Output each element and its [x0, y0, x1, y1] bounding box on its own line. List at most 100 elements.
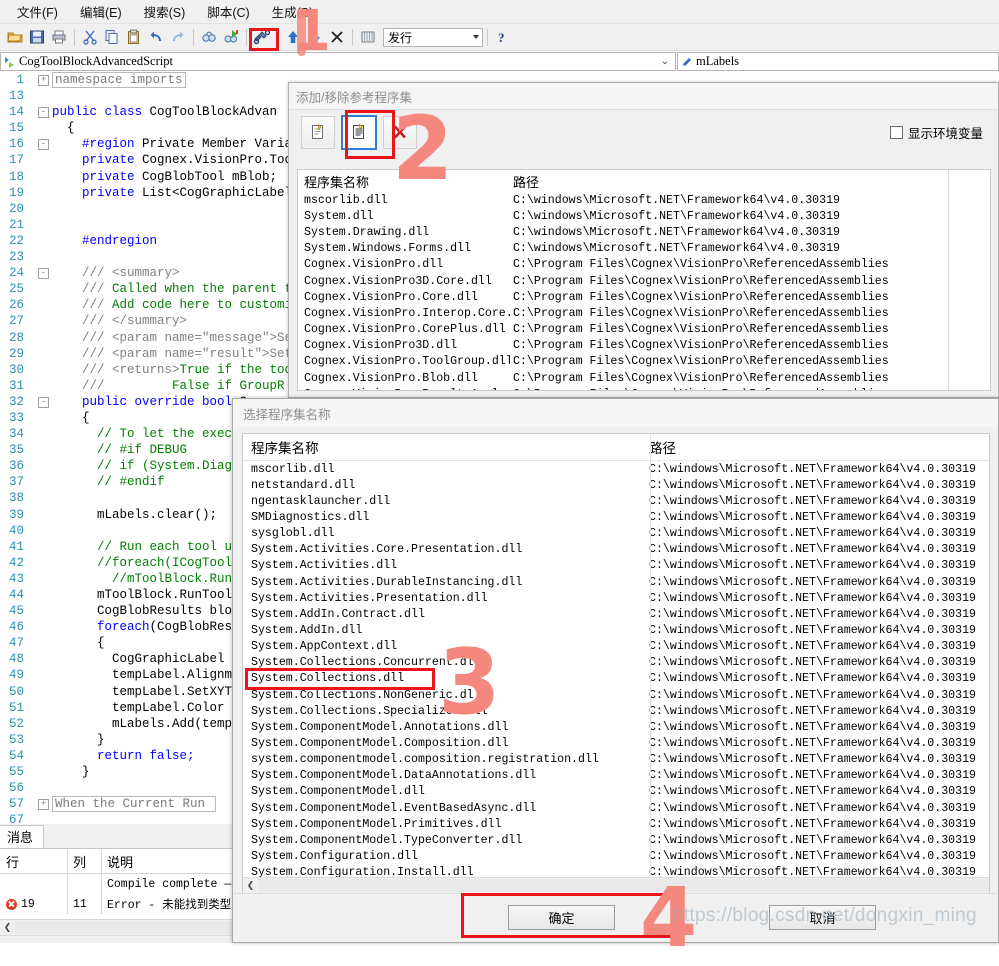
table-row[interactable]: Cognex.VisionPro.Interop.Core... C:\Progr… [298, 305, 990, 321]
code-text: #endregion [52, 233, 158, 248]
table-row[interactable]: Cognex.VisionPro.CorePlus.dll C:\Program … [298, 322, 990, 338]
scroll-left-icon[interactable]: ❮ [0, 920, 15, 935]
cell-assembly-name: sysglobl.dll [251, 527, 335, 541]
tab-messages[interactable]: 消息 [0, 825, 45, 848]
table-row[interactable]: System.ComponentModel.Primitives.dll C:\w… [243, 816, 989, 832]
table-row[interactable]: System.Activities.dll C:\windows\Microsof… [243, 558, 989, 574]
table-row[interactable]: Cognex.VisionPro3D.dll C:\Program Files\C… [298, 338, 990, 354]
move-up-icon[interactable] [283, 27, 303, 47]
table-row[interactable]: System.AppContext.dll C:\windows\Microsof… [243, 639, 989, 655]
table-row[interactable]: System.dll C:\windows\Microsoft.NET\Frame… [298, 208, 990, 224]
menu-build[interactable]: 生成(B) [261, 0, 325, 24]
cancel-button[interactable]: 取消 [769, 905, 876, 930]
redo-icon[interactable] [168, 27, 188, 47]
table-row[interactable]: mscorlib.dll C:\windows\Microsoft.NET\Fra… [298, 192, 990, 208]
table-row[interactable]: System.Drawing.dll C:\windows\Microsoft.N… [298, 224, 990, 240]
table-row[interactable]: System.ComponentModel.TypeConverter.dll C… [243, 832, 989, 848]
save-icon[interactable] [27, 27, 47, 47]
table-row[interactable]: System.Activities.DurableInstancing.dll C… [243, 574, 989, 590]
table-row[interactable]: Compile complete — 1 [0, 874, 232, 894]
table-row[interactable]: SMDiagnostics.dll C:\windows\Microsoft.NE… [243, 509, 989, 525]
table-row[interactable]: System.ComponentModel.Composition.dll C:\… [243, 735, 989, 751]
cell-assembly-name: mscorlib.dll [251, 462, 335, 476]
cell-path: C:\windows\Microsoft.NET\Framework64\v4.… [513, 193, 840, 207]
cell-path: C:\Program Files\Cognex\VisionPro\Refere… [513, 290, 889, 304]
table-row[interactable]: 19 11 Error - 未能找到类型或 [0, 894, 232, 914]
dialog1-title: 添加/移除参考程序集 [289, 83, 998, 109]
paste-icon[interactable] [124, 27, 144, 47]
table-row[interactable]: Cognex.VisionPro.ResultsAnaly...C:\Progr… [298, 386, 990, 390]
table-row[interactable]: System.Configuration.dll C:\windows\Micro… [243, 848, 989, 864]
table-row[interactable]: System.AddIn.Contract.dll C:\windows\Micr… [243, 606, 989, 622]
table-row[interactable]: Cognex.VisionPro.Core.dll C:\Program File… [298, 289, 990, 305]
copy-icon[interactable] [102, 27, 122, 47]
table-row[interactable]: sysglobl.dll C:\windows\Microsoft.NET\Fra… [243, 526, 989, 542]
publish-mode-combo[interactable]: 发行 [383, 27, 483, 47]
ok-button[interactable]: 确定 [508, 905, 615, 930]
messages-grid[interactable]: 行 列 说明 Compile complete — 1 19 11 Error … [0, 849, 232, 919]
expand-icon[interactable]: + [37, 74, 50, 87]
scroll-left-icon[interactable]: ❮ [243, 878, 258, 893]
collapse-icon[interactable]: - [37, 138, 50, 151]
add-file-button[interactable] [301, 115, 335, 149]
table-row[interactable]: System.AddIn.dll C:\windows\Microsoft.NET… [243, 622, 989, 638]
table-row[interactable]: Cognex.VisionPro.Blob.dll C:\Program File… [298, 370, 990, 386]
undo-icon[interactable] [146, 27, 166, 47]
table-row[interactable]: System.Collections.Specialized.dll C:\win… [243, 703, 989, 719]
table-row[interactable]: System.Activities.Presentation.dll C:\win… [243, 590, 989, 606]
open-folder-icon[interactable] [5, 27, 25, 47]
book-icon[interactable] [358, 27, 378, 47]
cell-path: C:\windows\Microsoft.NET\Framework64\v4.… [649, 478, 976, 492]
table-row[interactable]: Cognex.VisionPro3D.Core.dll C:\Program Fi… [298, 273, 990, 289]
table-row[interactable]: System.ComponentModel.dll C:\windows\Micr… [243, 784, 989, 800]
line-number: 14 [8, 105, 24, 120]
field-icon [682, 58, 691, 66]
messages-hscrollbar[interactable]: ❮ [0, 919, 232, 935]
table-row[interactable]: Cognex.VisionPro.dll C:\Program Files\Cog… [298, 257, 990, 273]
move-down-icon[interactable] [305, 27, 325, 47]
delete-icon[interactable] [327, 27, 347, 47]
table-row[interactable]: System.ComponentModel.DataAnnotations.dl… [243, 768, 989, 784]
scroll-track[interactable] [258, 879, 989, 892]
collapse-icon[interactable]: - [37, 267, 50, 280]
show-env-variables-checkbox[interactable]: 显示环境变量 [889, 123, 983, 142]
table-row[interactable]: ngentasklauncher.dll C:\windows\Microsoft… [243, 493, 989, 509]
dialog1-assembly-list[interactable]: 程序集名称 路径 mscorlib.dll C:\windows\Microsof… [297, 169, 991, 391]
collapse-icon[interactable]: - [37, 106, 50, 119]
table-row[interactable]: netstandard.dll C:\windows\Microsoft.NET\… [243, 477, 989, 493]
table-row[interactable]: System.Activities.Core.Presentation.dll C… [243, 542, 989, 558]
table-row[interactable]: mscorlib.dll C:\windows\Microsoft.NET\Fra… [243, 461, 989, 477]
help-icon[interactable]: ? [493, 27, 513, 47]
member-combo[interactable]: mLabels [677, 52, 999, 71]
scroll-track[interactable] [15, 921, 232, 934]
menu-edit[interactable]: 编辑(E) [69, 0, 133, 24]
cut-icon[interactable] [80, 27, 100, 47]
table-row[interactable]: Cognex.VisionPro.ToolGroup.dll C:\Program… [298, 354, 990, 370]
add-assembly-button[interactable] [341, 114, 377, 150]
remove-assembly-button[interactable] [383, 115, 417, 149]
menu-file[interactable]: 文件(F) [6, 0, 69, 24]
cell-path: C:\Program Files\Cognex\VisionPro\Refere… [513, 339, 889, 353]
table-row[interactable]: System.Windows.Forms.dll C:\windows\Micro… [298, 241, 990, 257]
menu-script[interactable]: 脚本(C) [196, 0, 260, 24]
cell-assembly-name: ngentasklauncher.dll [251, 494, 391, 508]
dialog2-assembly-list[interactable]: 程序集名称 路径 mscorlib.dll C:\windows\Microsof… [242, 433, 990, 894]
status-bar [0, 935, 232, 943]
table-row-selected[interactable]: System.Collections.dll C:\windows\Microso… [243, 671, 989, 687]
expand-icon[interactable]: + [37, 798, 50, 811]
table-row[interactable]: System.ComponentModel.Annotations.dll C:\… [243, 719, 989, 735]
table-row[interactable]: System.Collections.NonGeneric.dll C:\wind… [243, 687, 989, 703]
dialog2-hscrollbar[interactable]: ❮ [243, 877, 989, 893]
menu-search[interactable]: 搜索(S) [133, 0, 197, 24]
code-text: private CogBlobTool mBlob; [52, 169, 278, 184]
print-icon[interactable] [49, 27, 69, 47]
table-row[interactable]: System.Collections.Concurrent.dll C:\wind… [243, 655, 989, 671]
checkbox-box[interactable] [889, 125, 903, 139]
table-row[interactable]: system.componentmodel.composition.regist… [243, 752, 989, 768]
table-row[interactable]: System.ComponentModel.EventBasedAsync.dl… [243, 800, 989, 816]
class-combo[interactable]: CogToolBlockAdvancedScript ⌄ [0, 52, 676, 71]
find-icon[interactable] [199, 27, 219, 47]
collapse-icon[interactable]: - [37, 396, 50, 408]
replace-icon[interactable] [221, 27, 241, 47]
build-icon[interactable] [252, 27, 272, 47]
